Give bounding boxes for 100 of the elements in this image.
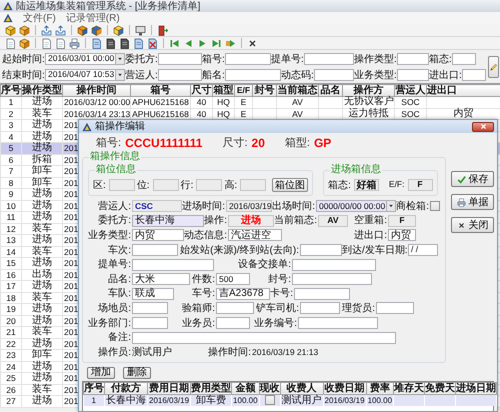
- table-cell[interactable]: 9: [0, 188, 22, 200]
- input-field[interactable]: [397, 53, 429, 65]
- input-field[interactable]: [292, 273, 372, 286]
- cube-icon[interactable]: [77, 24, 88, 36]
- table-cell[interactable]: 15: [0, 258, 22, 269]
- column-header[interactable]: 操作方: [342, 84, 394, 96]
- table-cell[interactable]: 2: [0, 108, 22, 120]
- table-cell[interactable]: 20: [0, 315, 22, 326]
- input-field[interactable]: [108, 179, 135, 191]
- table-cell[interactable]: 21: [0, 326, 22, 338]
- column-header[interactable]: 品名: [318, 84, 342, 96]
- input-field[interactable]: [225, 53, 271, 65]
- tray-icon[interactable]: [41, 24, 52, 36]
- table-cell[interactable]: 进场: [22, 372, 62, 384]
- table-cell[interactable]: 26: [0, 384, 22, 396]
- table-cell[interactable]: 进场: [22, 361, 62, 372]
- table-cell[interactable]: E: [234, 96, 252, 108]
- table-cell[interactable]: 装车: [22, 108, 62, 120]
- table-cell[interactable]: 装车: [22, 384, 62, 396]
- door-icon[interactable]: [157, 24, 168, 36]
- input-field[interactable]: [132, 258, 214, 271]
- input-field[interactable]: 汽运进空: [228, 229, 282, 242]
- table-cell[interactable]: 装车: [22, 326, 62, 338]
- column-header[interactable]: 费用日期: [148, 382, 191, 394]
- table-row[interactable]: 1 长春中海 2016/03/19 卸车费 100.00 测试用户 2016/03/19 100.00: [84, 394, 497, 406]
- input-field[interactable]: [132, 317, 168, 330]
- table-cell[interactable]: 进场: [22, 120, 62, 131]
- table-cell[interactable]: 22: [0, 338, 22, 350]
- column-header[interactable]: 免费天: [424, 382, 456, 394]
- input-field[interactable]: [132, 302, 168, 314]
- tray-icon[interactable]: [55, 24, 66, 36]
- column-header[interactable]: 序号: [0, 84, 22, 96]
- input-field[interactable]: [397, 69, 429, 81]
- last-icon[interactable]: [211, 38, 222, 48]
- input-field[interactable]: [216, 302, 254, 314]
- column-header[interactable]: 现收: [259, 382, 280, 394]
- column-header[interactable]: 箱号: [130, 84, 190, 96]
- input-field[interactable]: / /: [408, 244, 438, 256]
- column-header[interactable]: 序号: [84, 382, 104, 394]
- input-field[interactable]: 联成: [132, 288, 174, 300]
- table-cell[interactable]: 进场: [22, 338, 62, 350]
- table-cell[interactable]: 8: [0, 177, 22, 188]
- table-cell[interactable]: 进场: [22, 212, 62, 223]
- diagram-button[interactable]: 箱位图: [272, 178, 308, 192]
- table-cell[interactable]: 卸车: [22, 177, 62, 188]
- print-button[interactable]: 单据: [451, 194, 494, 210]
- table-cell[interactable]: 无协议客户: [342, 96, 394, 108]
- cube-icon[interactable]: [19, 38, 30, 48]
- table-cell[interactable]: APHU6215168: [130, 96, 190, 108]
- table-cell[interactable]: 19: [0, 304, 22, 315]
- table-cell[interactable]: 13: [0, 234, 22, 246]
- column-header[interactable]: 尺寸: [190, 84, 212, 96]
- table-cell[interactable]: 6: [0, 154, 22, 166]
- column-header[interactable]: 收费日期: [323, 382, 366, 394]
- table-cell[interactable]: SOC: [394, 96, 426, 108]
- table-cell[interactable]: 拆箱: [22, 154, 62, 166]
- close-icon[interactable]: [247, 38, 258, 48]
- table-cell[interactable]: 25: [0, 372, 22, 384]
- table-cell[interactable]: HQ: [212, 96, 234, 108]
- add-button[interactable]: 增加: [87, 366, 115, 379]
- delete-icon[interactable]: [147, 38, 158, 48]
- monitor-icon[interactable]: [135, 24, 146, 36]
- cube-icon[interactable]: [113, 24, 124, 36]
- table-cell[interactable]: 出场: [22, 269, 62, 280]
- table-cell[interactable]: 装车: [22, 223, 62, 234]
- cube-icon[interactable]: [19, 24, 30, 36]
- table-cell[interactable]: 11: [0, 212, 22, 223]
- table-cell[interactable]: 进场: [22, 234, 62, 246]
- table-cell[interactable]: 进场: [22, 188, 62, 200]
- input-field[interactable]: [462, 69, 486, 81]
- table-cell[interactable]: 装车: [22, 246, 62, 258]
- input-field[interactable]: [216, 317, 250, 330]
- table-cell[interactable]: 18: [0, 292, 22, 304]
- cube-icon[interactable]: [91, 24, 102, 36]
- table-cell[interactable]: 进场: [22, 396, 62, 407]
- table-cell[interactable]: 进场: [22, 142, 62, 154]
- input-field[interactable]: 内贸: [132, 229, 184, 242]
- delete-button[interactable]: 删除: [123, 366, 151, 379]
- date-combo-box[interactable]: 2016/03/01 00:00: [45, 53, 125, 65]
- save-button[interactable]: 保存: [451, 171, 494, 187]
- forward-icon[interactable]: [225, 38, 236, 48]
- date-combo-box[interactable]: 2016/04/07 10:53: [45, 69, 125, 81]
- table-cell[interactable]: 16: [0, 269, 22, 280]
- input-field[interactable]: [158, 69, 202, 81]
- input-field[interactable]: [196, 179, 222, 191]
- input-field[interactable]: 吉A23678: [216, 288, 270, 300]
- table-cell[interactable]: 卸车: [22, 166, 62, 177]
- table-cell[interactable]: 1: [0, 96, 22, 108]
- table-cell[interactable]: 进场: [22, 280, 62, 292]
- menu-item[interactable]: 记录管理(R): [66, 12, 120, 24]
- table-cell[interactable]: 17: [0, 280, 22, 292]
- document-icon[interactable]: [119, 38, 130, 48]
- input-field[interactable]: [225, 69, 281, 81]
- table-cell[interactable]: 24: [0, 361, 22, 372]
- input-field[interactable]: [300, 244, 342, 256]
- table-cell[interactable]: 23: [0, 350, 22, 361]
- table-cell[interactable]: AV: [276, 96, 318, 108]
- input-field[interactable]: 大米: [132, 273, 190, 286]
- input-field[interactable]: [376, 302, 414, 314]
- column-header[interactable]: 堆存天: [394, 382, 425, 394]
